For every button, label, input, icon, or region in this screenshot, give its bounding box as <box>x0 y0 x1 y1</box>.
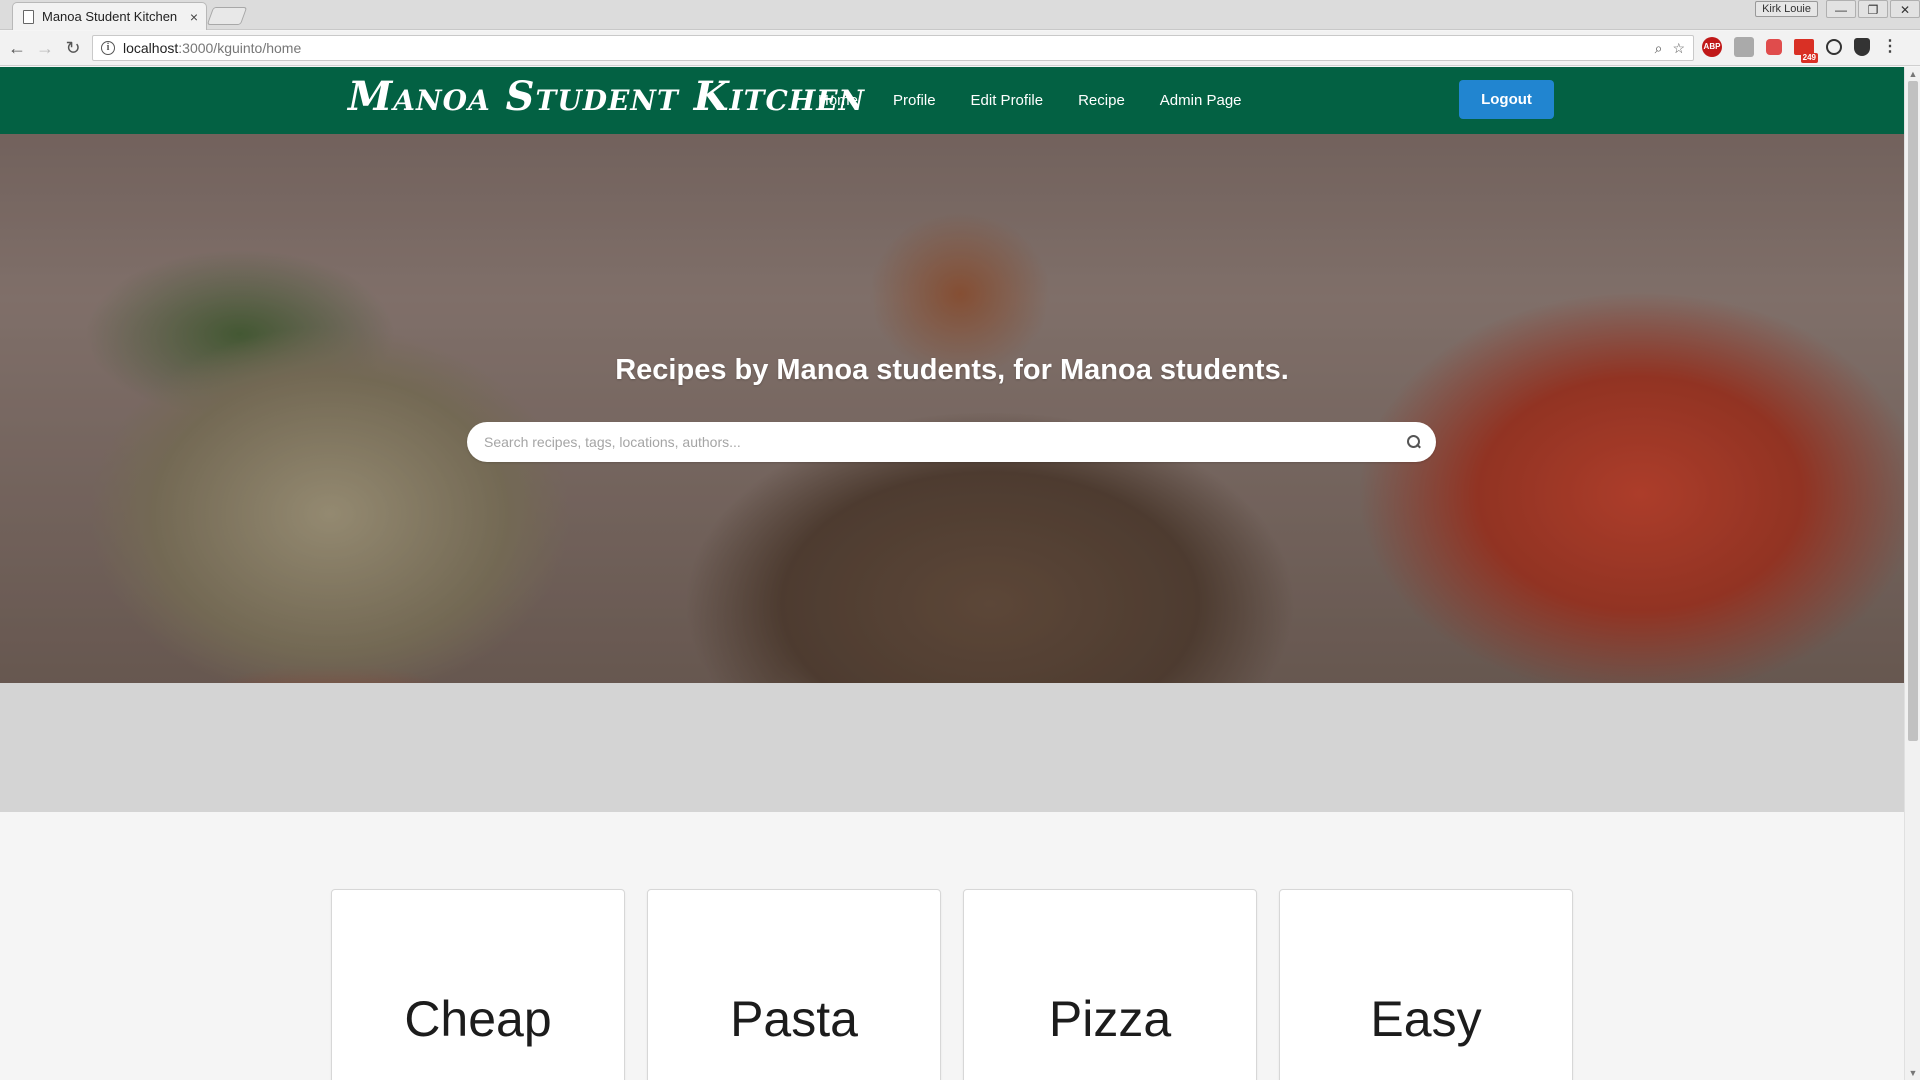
hero-banner: Recipes by Manoa students, for Manoa stu… <box>0 134 1904 683</box>
page-viewport: Manoa Student Kitchen Home Profile Edit … <box>0 67 1904 1080</box>
category-cards: Cheap Pasta Pizza Easy <box>331 889 1573 1080</box>
bookmark-star-icon[interactable]: ☆ <box>1672 40 1685 57</box>
sync-icon[interactable] <box>1826 39 1842 55</box>
scroll-up-icon[interactable]: ▲ <box>1905 67 1920 81</box>
top-navbar: Manoa Student Kitchen Home Profile Edit … <box>0 67 1904 134</box>
window-controls: — ❐ ✕ <box>1824 0 1920 18</box>
nav-menu: Home Profile Edit Profile Recipe Admin P… <box>818 67 1242 134</box>
category-card-pasta[interactable]: Pasta <box>647 889 941 1080</box>
site-info-icon[interactable]: i <box>101 41 115 55</box>
category-label: Easy <box>1370 991 1482 1047</box>
brand-logo[interactable]: Manoa Student Kitchen <box>348 73 865 120</box>
mail-icon[interactable]: 249 <box>1794 39 1818 63</box>
logout-button[interactable]: Logout <box>1459 80 1554 119</box>
search-bar <box>467 422 1436 462</box>
grey-section <box>0 683 1904 812</box>
url-host: localhost <box>123 40 179 56</box>
reload-icon[interactable]: ↻ <box>62 37 84 59</box>
page-scrollbar[interactable]: ▲ ▼ <box>1904 67 1920 1080</box>
extensions-area: ABP 249 ⋮ <box>1702 37 1898 63</box>
browser-toolbar: ← → ↻ i localhost :3000/kguinto/home ⌕ ☆… <box>0 31 1920 66</box>
new-tab-button[interactable] <box>206 7 248 25</box>
profile-chip[interactable]: Kirk Louie <box>1755 1 1818 17</box>
adblock-icon[interactable]: ABP <box>1702 37 1722 57</box>
back-icon[interactable]: ← <box>6 37 28 59</box>
mail-badge: 249 <box>1800 53 1818 63</box>
menu-icon[interactable]: ⋮ <box>1882 37 1898 57</box>
category-card-cheap[interactable]: Cheap <box>331 889 625 1080</box>
minimize-button[interactable]: — <box>1826 0 1856 18</box>
tab-close-icon[interactable]: × <box>190 9 198 25</box>
category-card-pizza[interactable]: Pizza <box>963 889 1257 1080</box>
page-icon <box>23 9 34 24</box>
extension-icon[interactable] <box>1734 37 1754 57</box>
category-label: Pizza <box>1048 991 1172 1047</box>
tab-title: Manoa Student Kitchen <box>42 9 178 24</box>
category-label: Pasta <box>730 991 858 1047</box>
nav-recipe[interactable]: Recipe <box>1078 92 1125 109</box>
nav-profile[interactable]: Profile <box>893 92 936 109</box>
pocket-icon[interactable] <box>1766 39 1782 55</box>
shield-icon[interactable] <box>1854 38 1870 56</box>
nav-admin-page[interactable]: Admin Page <box>1160 92 1242 109</box>
url-path: :3000/kguinto/home <box>178 40 302 56</box>
restore-button[interactable]: ❐ <box>1858 0 1888 18</box>
nav-edit-profile[interactable]: Edit Profile <box>971 92 1044 109</box>
search-icon[interactable] <box>1406 434 1422 450</box>
scrollbar-thumb[interactable] <box>1908 81 1918 741</box>
hero-overlay <box>0 134 1904 683</box>
zoom-icon[interactable]: ⌕ <box>1655 40 1663 57</box>
search-input[interactable] <box>484 434 1406 450</box>
close-window-button[interactable]: ✕ <box>1890 0 1920 18</box>
category-label: Cheap <box>404 991 552 1047</box>
nav-home[interactable]: Home <box>818 92 858 109</box>
address-bar[interactable]: i localhost :3000/kguinto/home ⌕ ☆ <box>92 35 1694 61</box>
scroll-down-icon[interactable]: ▼ <box>1905 1066 1920 1080</box>
forward-icon[interactable]: → <box>34 37 56 59</box>
category-card-easy[interactable]: Easy <box>1279 889 1573 1080</box>
browser-tab-strip: Manoa Student Kitchen × Kirk Louie — ❐ ✕ <box>0 0 1920 30</box>
browser-tab[interactable]: Manoa Student Kitchen × <box>12 2 207 30</box>
hero-title: Recipes by Manoa students, for Manoa stu… <box>615 354 1289 386</box>
